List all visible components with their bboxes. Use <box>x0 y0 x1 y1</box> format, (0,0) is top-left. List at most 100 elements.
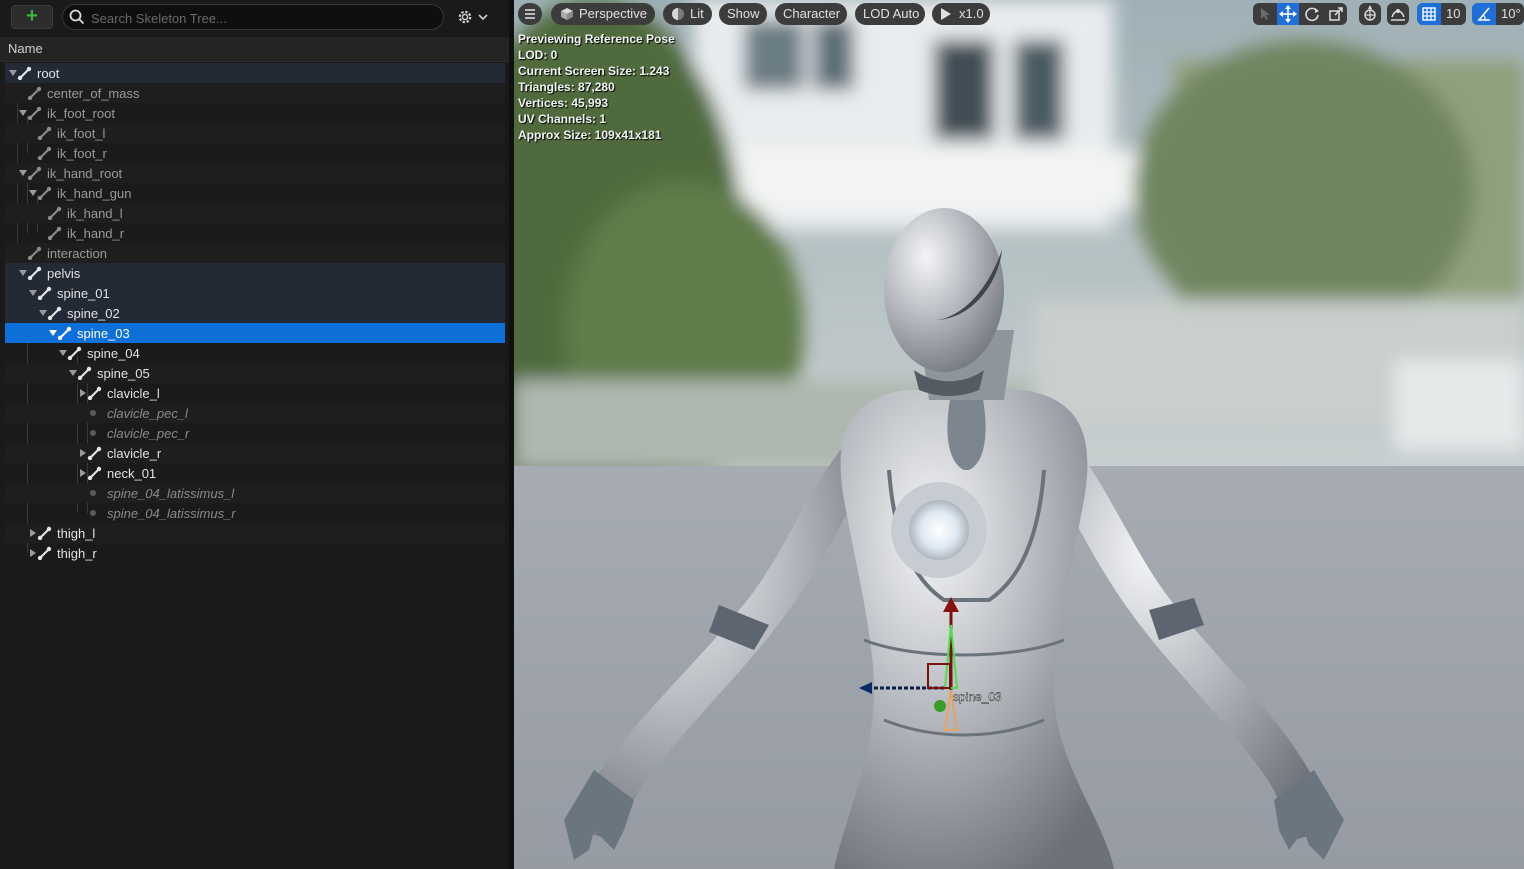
tree-row[interactable]: center_of_mass <box>5 83 505 103</box>
lit-button[interactable]: Lit <box>663 3 712 25</box>
expanded-arrow-icon[interactable] <box>29 289 37 297</box>
column-header-label: Name <box>8 41 43 56</box>
perspective-label: Perspective <box>579 6 647 21</box>
show-label: Show <box>727 6 760 21</box>
expanded-arrow-icon[interactable] <box>19 269 27 277</box>
bone-icon <box>37 126 52 140</box>
move-tool-button[interactable] <box>1277 3 1299 25</box>
character-button[interactable]: Character <box>775 3 847 25</box>
grid-snap-button[interactable]: 10 <box>1417 3 1466 25</box>
bone-icon <box>47 306 62 320</box>
tree-row[interactable]: ik_foot_r <box>5 143 505 163</box>
surface-snap-button[interactable] <box>1387 3 1409 25</box>
bone-icon <box>27 106 42 120</box>
expanded-arrow-icon[interactable] <box>9 69 17 77</box>
search-input[interactable] <box>89 8 433 28</box>
stat-line: LOD: 0 <box>518 48 558 62</box>
tree-row[interactable]: root <box>5 63 505 83</box>
bone-icon <box>47 206 62 220</box>
tree-row-label: interaction <box>47 246 107 261</box>
tree-row[interactable]: ik_foot_root <box>5 103 505 123</box>
tree-row[interactable]: spine_02 <box>5 303 505 323</box>
tree-row-label: clavicle_l <box>107 386 160 401</box>
expanded-arrow-icon[interactable] <box>69 369 77 377</box>
tree-row[interactable]: spine_05 <box>5 363 505 383</box>
angle-snap-button[interactable]: 10° <box>1472 3 1524 25</box>
tree-row[interactable]: clavicle_r <box>5 443 505 463</box>
expanded-arrow-icon[interactable] <box>49 329 57 337</box>
tree-row-label: root <box>37 66 60 81</box>
cursor-icon <box>1261 8 1270 20</box>
tree-row-label: spine_03 <box>77 326 130 341</box>
tree-row[interactable]: ik_hand_r <box>5 223 505 243</box>
column-header-name[interactable]: Name <box>0 37 509 62</box>
rotate-tool-button[interactable] <box>1301 3 1323 25</box>
tree-row[interactable]: spine_04_latissimus_r <box>5 503 505 523</box>
playback-speed-button[interactable]: x1.0 <box>932 3 990 25</box>
chevron-down-icon <box>478 14 488 21</box>
tree-row-label: spine_04_latissimus_r <box>107 506 236 521</box>
viewport[interactable]: spine_03 Perspective Lit Show Character … <box>514 0 1524 869</box>
tree-row-label: clavicle_r <box>107 446 162 461</box>
settings-button[interactable] <box>456 8 492 28</box>
expanded-arrow-icon[interactable] <box>19 169 27 177</box>
stat-line: UV Channels: 1 <box>518 112 607 126</box>
tree-row[interactable]: ik_hand_root <box>5 163 505 183</box>
collapsed-arrow-icon[interactable] <box>79 469 87 477</box>
tree-row[interactable]: clavicle_pec_r <box>5 423 505 443</box>
collapsed-arrow-icon[interactable] <box>79 449 87 457</box>
show-button[interactable]: Show <box>719 3 767 25</box>
bone-icon <box>87 386 102 400</box>
tree-row[interactable]: spine_01 <box>5 283 505 303</box>
tree-row[interactable]: ik_hand_l <box>5 203 505 223</box>
collapsed-arrow-icon[interactable] <box>29 549 37 557</box>
scale-tool-button[interactable] <box>1325 3 1347 25</box>
bone-icon <box>27 166 42 180</box>
grid-snap-toggle[interactable] <box>1417 3 1441 25</box>
tree-row[interactable]: ik_hand_gun <box>5 183 505 203</box>
bone-icon <box>87 446 102 460</box>
collapsed-arrow-icon[interactable] <box>79 389 87 397</box>
tree-row-label: spine_04 <box>87 346 140 361</box>
gear-icon <box>458 10 472 24</box>
tree-row[interactable]: interaction <box>5 243 505 263</box>
tree-row[interactable]: pelvis <box>5 263 505 283</box>
expanded-arrow-icon[interactable] <box>39 309 47 317</box>
lod-label: LOD Auto <box>863 6 920 21</box>
play-icon <box>941 8 951 20</box>
socket-icon <box>90 410 96 416</box>
bone-icon <box>37 186 52 200</box>
tree-row-label: ik_hand_l <box>67 206 123 221</box>
move-arrows-icon <box>1279 5 1297 23</box>
socket-icon <box>90 490 96 496</box>
expanded-arrow-icon[interactable] <box>59 349 67 357</box>
perspective-button[interactable]: Perspective <box>551 3 655 25</box>
tree-row-label: ik_hand_r <box>67 226 125 241</box>
world-space-button[interactable] <box>1359 3 1381 25</box>
skeleton-tree-panel: + Name root center_of_mass ik_foot_root ik_… <box>0 0 514 869</box>
scale-icon <box>1329 7 1343 21</box>
lod-button[interactable]: LOD Auto <box>855 3 925 25</box>
tree-row[interactable]: spine_04 <box>5 343 505 363</box>
tree-row-label: ik_hand_root <box>47 166 123 181</box>
tree-row[interactable]: spine_04_latissimus_l <box>5 483 505 503</box>
search-box[interactable] <box>62 4 444 30</box>
angle-snap-toggle[interactable] <box>1472 3 1496 25</box>
tree-row[interactable]: clavicle_pec_l <box>5 403 505 423</box>
expanded-arrow-icon[interactable] <box>29 189 37 197</box>
collapsed-arrow-icon[interactable] <box>29 529 37 537</box>
tree-row[interactable]: ik_foot_l <box>5 123 505 143</box>
tree-row[interactable]: clavicle_l <box>5 383 505 403</box>
surface-snap-icon <box>1391 9 1405 21</box>
select-tool-button[interactable] <box>1253 3 1275 25</box>
tree-row[interactable]: spine_03 <box>5 323 505 343</box>
expanded-arrow-icon[interactable] <box>19 109 27 117</box>
tree-row[interactable]: thigh_l <box>5 523 505 543</box>
lit-label: Lit <box>690 6 704 21</box>
stat-line: Current Screen Size: 1.243 <box>518 64 670 78</box>
transform-tools-group <box>1253 3 1347 25</box>
add-button[interactable]: + <box>11 5 53 29</box>
tree-row[interactable]: neck_01 <box>5 463 505 483</box>
viewport-menu-button[interactable] <box>518 3 542 25</box>
tree-row[interactable]: thigh_r <box>5 543 505 563</box>
